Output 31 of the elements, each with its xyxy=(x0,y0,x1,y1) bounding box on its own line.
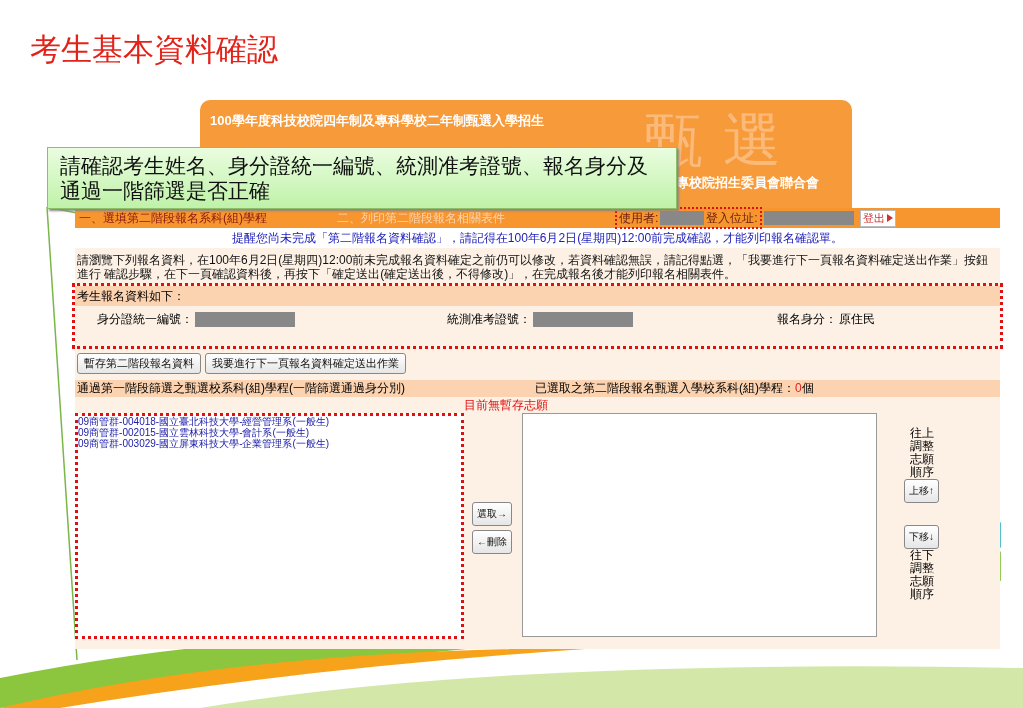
move-up-button[interactable]: 上移↑ xyxy=(904,479,939,503)
field-label: 身分證統一編號： xyxy=(97,311,193,328)
field-value: 原住民 xyxy=(839,311,875,328)
chosen-heading: 已選取之第二階段報名甄選入學校系科(組)學程：0個 xyxy=(535,380,814,397)
logout-button[interactable]: 登出 xyxy=(859,209,896,227)
login-label: 登入位址: xyxy=(706,209,758,227)
order-hint: 往上調整志願順序 xyxy=(909,427,934,479)
step-tab[interactable]: 一、選填第二階段報名系科(組)學程 xyxy=(79,209,267,227)
banner-subtitle: 100學年度科技校院四年制及專科學校二年制甄選入學招生 xyxy=(210,112,544,130)
banner-organizer: 專校院招生委員會聯合會 xyxy=(676,174,819,192)
callout: 請確認考生姓名、身分證統一編號、統測准考證號、報名身分及通過一階篩選是否正確 xyxy=(47,147,677,209)
move-down-button[interactable]: 下移↓ xyxy=(904,525,939,549)
list-item[interactable]: 09商管群-002015-國立雲林科技大學-會計系(一般生) xyxy=(78,427,461,438)
empty-note: 目前無暫存志願 xyxy=(464,397,549,413)
field-label: 統測准考證號： xyxy=(447,311,531,328)
applicant-heading: 考生報名資料如下： xyxy=(75,286,1000,306)
action-button[interactable]: 我要進行下一頁報名資料確定送出作業 xyxy=(205,353,406,374)
list-item[interactable]: 09商管群-003029-國立屏東科技大學-企業管理系(一般生) xyxy=(78,438,461,449)
action-button[interactable]: 暫存第二階段報名資料 xyxy=(77,353,201,374)
reminder-text: 提醒您尚未完成「第二階報名資料確認」，請記得在100年6月2日(星期四)12:00前完成確認，才能列印報名確認單。 xyxy=(75,228,1000,248)
order-hint: 往下調整志願順序 xyxy=(909,549,934,601)
slide-title: 考生基本資料確認 xyxy=(29,31,279,69)
instructions-text: 請瀏覽下列報名資料，在100年6月2日(星期四)12:00前未完成報名資料確定之前仍可以修改，若資料確認無誤，請記得點選，「我要進行下一頁報名資料確定送出作業」按鈕進行 確認步驟，在下一頁確認資料後，再按下「確定送出(確定送出後，不得修改)」，在完成報名後才能列印報名相關表件。 xyxy=(76,252,990,283)
transfer-button[interactable]: ←刪除 xyxy=(472,530,512,554)
redaction-bar xyxy=(660,211,705,225)
user-label: 使用者: xyxy=(619,209,659,227)
field-label: 報名身分： xyxy=(777,311,837,328)
list-item[interactable]: 09商管群-004018-國立臺北科技大學-經營管理系(一般生) xyxy=(78,416,461,427)
transfer-button[interactable]: 選取→ xyxy=(472,502,512,526)
passed-heading: 通過第一階段篩選之甄選校系科(組)學程(一階篩選通過身分別) xyxy=(77,380,406,397)
arrow-icon xyxy=(886,214,893,222)
